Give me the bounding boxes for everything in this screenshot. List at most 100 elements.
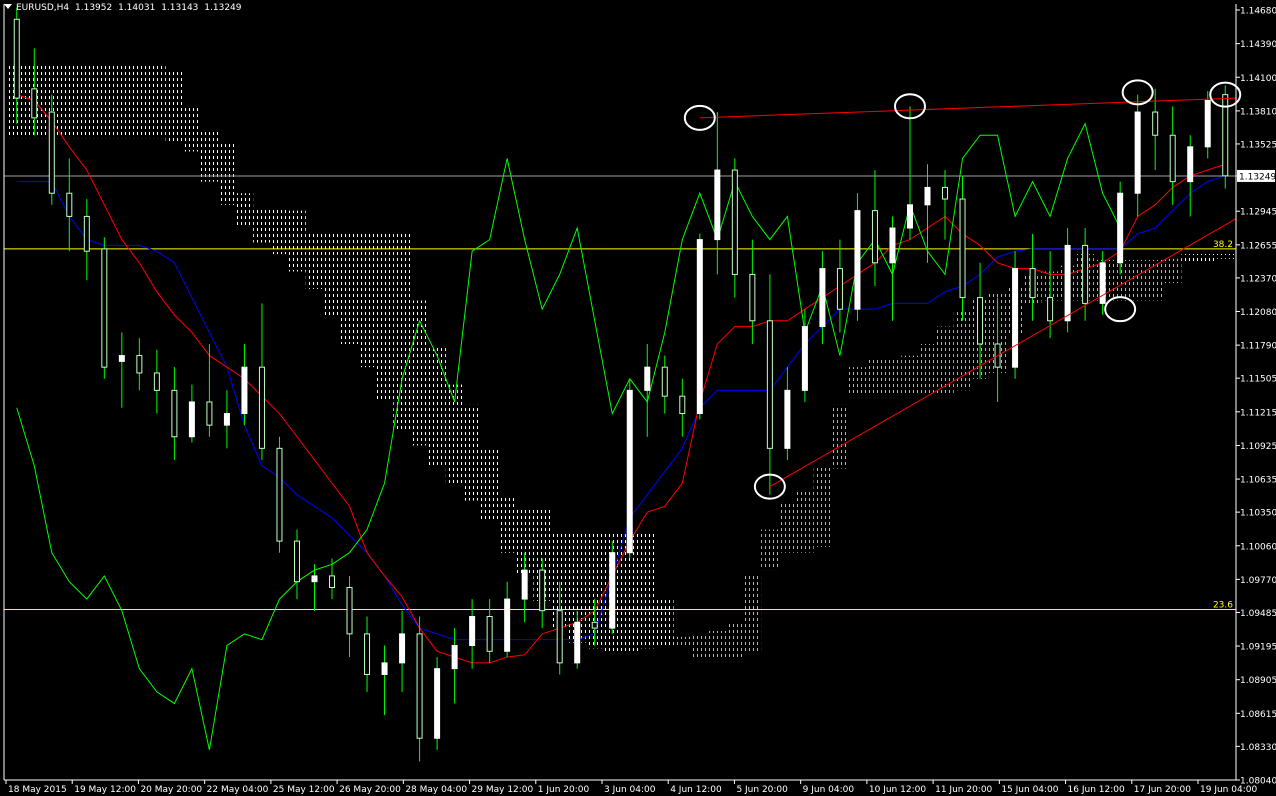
cloud-segment xyxy=(60,65,79,139)
candle-body xyxy=(486,615,493,652)
candle-body xyxy=(766,320,773,449)
cloud-segment xyxy=(761,529,779,571)
y-tick-label: 1.08330 xyxy=(1240,743,1276,753)
cloud-segment xyxy=(796,488,814,553)
cloud-segment xyxy=(708,630,727,658)
cloud-segment xyxy=(936,326,954,394)
candle-body xyxy=(118,355,125,362)
candle-body xyxy=(293,540,300,583)
candle-body xyxy=(906,204,913,229)
candle-body xyxy=(171,389,178,438)
candle-body xyxy=(591,621,598,629)
cloud-segment xyxy=(218,143,236,205)
cloud-segment xyxy=(480,447,499,521)
cloud-segment xyxy=(726,622,744,658)
candle-body xyxy=(258,366,265,449)
y-tick-label: 1.09770 xyxy=(1240,576,1276,586)
x-tick-label: 22 May 04:00 xyxy=(207,785,269,795)
chikou-span-line xyxy=(16,122,1121,750)
x-tick-label: 10 Jun 12:00 xyxy=(869,785,926,795)
cloud-segment xyxy=(95,65,114,139)
cloud-segment xyxy=(1198,254,1217,262)
y-tick-label: 1.12370 xyxy=(1240,274,1276,284)
candle-body xyxy=(31,88,38,119)
candle-body xyxy=(1082,244,1089,304)
open-value: 1.13952 xyxy=(75,3,113,13)
candle-body xyxy=(661,366,668,397)
y-tick-label: 1.13810 xyxy=(1240,107,1276,117)
x-tick-label: 9 Jun 04:00 xyxy=(803,785,855,795)
cloud-segment xyxy=(1163,258,1182,284)
dropdown-triangle-icon[interactable] xyxy=(4,4,12,9)
cloud-segment xyxy=(463,404,481,501)
cloud-segment xyxy=(673,636,692,646)
cloud-segment xyxy=(498,497,516,553)
y-tick-label: 1.12945 xyxy=(1240,208,1276,218)
cloud-segment xyxy=(253,207,271,243)
candle-body xyxy=(364,633,371,675)
x-tick-label: 3 Jun 04:00 xyxy=(604,785,656,795)
cloud-segment xyxy=(848,367,867,394)
candle-body xyxy=(206,401,213,426)
candle-body xyxy=(241,366,248,415)
y-tick-label: 1.09195 xyxy=(1240,643,1276,653)
candle-body xyxy=(626,389,633,554)
cloud-segment xyxy=(691,633,709,658)
candle-body xyxy=(451,644,458,670)
chart-header: EURUSD,H4 1.13952 1.14031 1.13143 1.1324… xyxy=(4,3,245,13)
cloud-segment xyxy=(953,312,972,391)
x-tick-label: 15 Jun 04:00 xyxy=(1001,785,1058,795)
candle-body xyxy=(416,633,423,739)
y-tick-label: 1.10925 xyxy=(1240,442,1276,452)
candle-body xyxy=(819,268,826,328)
candle-body xyxy=(136,355,143,374)
y-tick-label: 1.09485 xyxy=(1240,609,1276,619)
cloud-segment xyxy=(200,129,219,182)
cloud-segment xyxy=(883,358,902,394)
candle-body xyxy=(977,297,984,345)
close-value: 1.13249 xyxy=(204,3,242,13)
cloud-segment xyxy=(340,233,359,344)
x-tick-label: 4 Jun 12:00 xyxy=(670,785,722,795)
cloud-segment xyxy=(918,343,937,394)
annotation-circle xyxy=(1104,296,1137,323)
high-value: 1.14031 xyxy=(118,3,156,13)
y-tick-label: 1.14680 xyxy=(1240,7,1276,17)
candle-body xyxy=(1134,111,1141,194)
y-tick-label: 1.10060 xyxy=(1240,542,1276,552)
x-tick-label: 28 May 04:00 xyxy=(405,785,467,795)
ichimoku-cloud xyxy=(8,65,1234,658)
fib-label: 23.6 xyxy=(1213,601,1233,611)
y-tick-label: 1.10635 xyxy=(1240,476,1276,486)
chart-plot[interactable]: 38.2 23.6 1.14680 1.14390 1.14100 1.13810 1.1… xyxy=(0,0,1276,796)
cloud-segment xyxy=(866,358,884,394)
y-tick-label: 1.12655 xyxy=(1240,241,1276,251)
y-tick-label: 1.12080 xyxy=(1240,308,1276,318)
candle-body xyxy=(679,395,686,415)
candle-body xyxy=(521,569,528,600)
candle-body xyxy=(871,210,878,264)
candle-body xyxy=(696,239,703,415)
candle-body xyxy=(153,372,160,391)
candle-body xyxy=(48,111,55,194)
candle-body xyxy=(854,210,861,310)
candle-body xyxy=(714,169,721,241)
candle-body xyxy=(959,198,966,299)
candle-body xyxy=(66,192,73,217)
x-tick-label: 18 May 2015 xyxy=(8,785,67,795)
cloud-segment xyxy=(288,210,306,272)
candle-body xyxy=(801,326,808,391)
x-tick-label: 19 May 12:00 xyxy=(74,785,136,795)
cloud-segment xyxy=(165,71,184,142)
candle-body xyxy=(784,389,791,449)
cloud-segment xyxy=(130,65,149,139)
x-tick-label: 26 May 20:00 xyxy=(339,785,401,795)
candle-body xyxy=(346,587,353,635)
cloud-segment xyxy=(305,233,324,289)
current-price-label: 1.13249 xyxy=(1239,172,1276,182)
fib-label: 38.2 xyxy=(1213,240,1233,250)
cloud-segment xyxy=(375,233,394,402)
cloud-segment xyxy=(638,532,657,649)
cloud-segment xyxy=(901,355,919,394)
cloud-segment xyxy=(813,465,832,547)
